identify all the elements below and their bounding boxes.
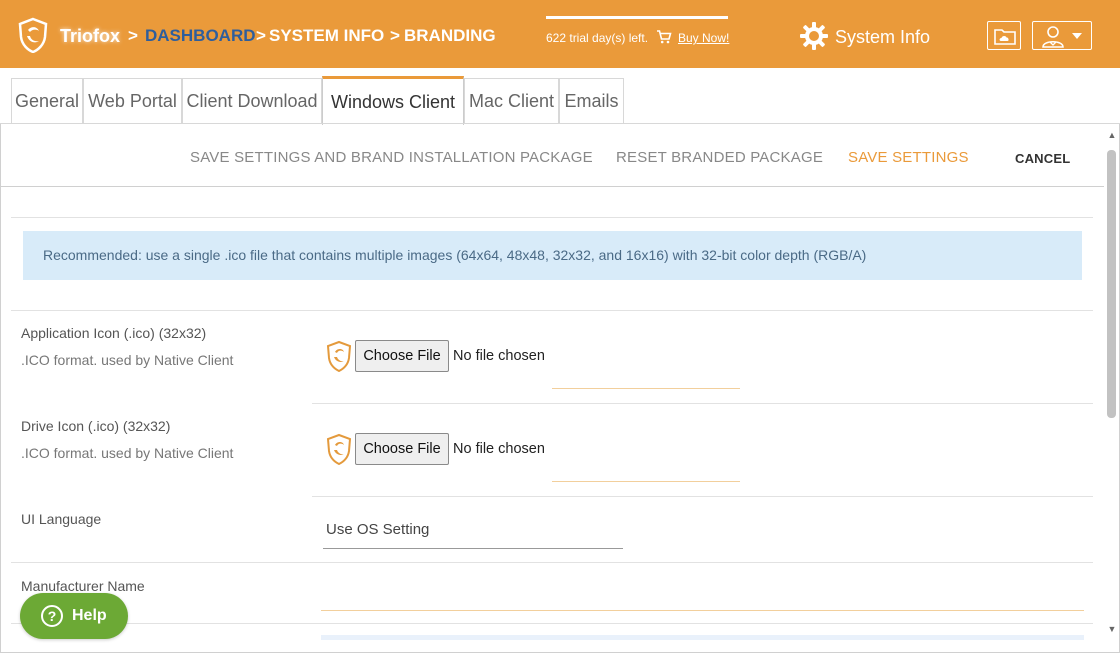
app-icon-file-status: No file chosen <box>453 348 545 364</box>
row-divider <box>11 623 1093 624</box>
app-icon-choose-file-button[interactable]: Choose File <box>355 340 449 372</box>
breadcrumb-branding: BRANDING <box>404 26 496 45</box>
row-divider <box>312 496 1093 497</box>
drive-icon-field-underline <box>552 481 740 482</box>
help-label: Help <box>72 607 107 624</box>
tab-emails[interactable]: Emails <box>559 78 624 124</box>
brand-name: Triofox <box>60 26 121 46</box>
drive-icon-choose-file-button[interactable]: Choose File <box>355 433 449 465</box>
scroll-up-arrow[interactable]: ▲ <box>1106 130 1118 144</box>
row-divider <box>312 403 1093 404</box>
app-icon-preview <box>326 340 352 372</box>
tab-windows-client[interactable]: Windows Client <box>322 76 464 125</box>
row-divider <box>11 562 1093 563</box>
row-divider <box>11 310 1093 311</box>
save-settings-button[interactable]: SAVE SETTINGS <box>848 149 969 166</box>
manufacturer-name-label: Manufacturer Name <box>21 578 145 594</box>
toolbar-divider <box>0 186 1104 187</box>
section-title: System Info <box>835 27 931 47</box>
cloud-folder-icon <box>994 29 1016 45</box>
caret-down-icon <box>1072 33 1082 39</box>
drive-icon-sublabel: .ICO format. used by Native Client <box>21 445 234 461</box>
trial-days-text: 622 trial day(s) left. <box>546 31 649 45</box>
app-icon-label: Application Icon (.ico) (32x32) <box>21 325 207 341</box>
section-divider <box>11 217 1093 218</box>
drive-icon-preview <box>326 433 352 465</box>
breadcrumb-separator: > <box>390 26 400 45</box>
cart-icon[interactable] <box>656 29 672 45</box>
tab-mac-client[interactable]: Mac Client <box>464 78 559 124</box>
file-manager-button[interactable] <box>987 21 1021 50</box>
triofox-logo-icon[interactable] <box>17 17 49 53</box>
breadcrumb-system-info[interactable]: SYSTEM INFO <box>269 26 384 46</box>
gear-icon[interactable] <box>799 21 829 51</box>
help-button[interactable]: ? Help <box>20 593 128 639</box>
tab-general[interactable]: General <box>11 78 83 124</box>
tab-client-download[interactable]: Client Download <box>182 78 322 124</box>
ui-language-label: UI Language <box>21 511 102 527</box>
cancel-button[interactable]: CANCEL <box>1015 151 1070 166</box>
buy-now-link[interactable]: Buy Now! <box>678 31 729 45</box>
breadcrumb-separator: > <box>128 26 138 45</box>
help-icon: ? <box>41 605 63 627</box>
recommendation-notice: Recommended: use a single .ico file that… <box>23 231 1082 280</box>
drive-icon-file-status: No file chosen <box>453 441 545 457</box>
drive-icon-label: Drive Icon (.ico) (32x32) <box>21 418 171 434</box>
scroll-down-arrow[interactable]: ▼ <box>1106 624 1118 638</box>
user-menu-button[interactable] <box>1032 21 1092 50</box>
ui-language-select[interactable]: Use OS Setting <box>323 512 623 549</box>
app-icon-sublabel: .ICO format. used by Native Client <box>21 352 234 368</box>
manufacturer-name-input[interactable] <box>321 573 1084 611</box>
app-icon-field-underline <box>552 388 740 389</box>
next-field-partial <box>321 635 1084 640</box>
breadcrumb-separator: > <box>256 26 266 45</box>
scrollbar-thumb[interactable] <box>1107 150 1116 418</box>
user-icon <box>1042 26 1064 48</box>
breadcrumb-dashboard[interactable]: DASHBOARD <box>145 26 256 46</box>
trial-progress-bar <box>546 16 728 19</box>
top-header: Triofox > DASHBOARD > SYSTEM INFO > BRAN… <box>0 0 1120 68</box>
save-and-brand-button[interactable]: SAVE SETTINGS AND BRAND INSTALLATION PAC… <box>190 149 593 166</box>
reset-branded-package-button[interactable]: RESET BRANDED PACKAGE <box>616 149 823 166</box>
tab-web-portal[interactable]: Web Portal <box>83 78 182 124</box>
